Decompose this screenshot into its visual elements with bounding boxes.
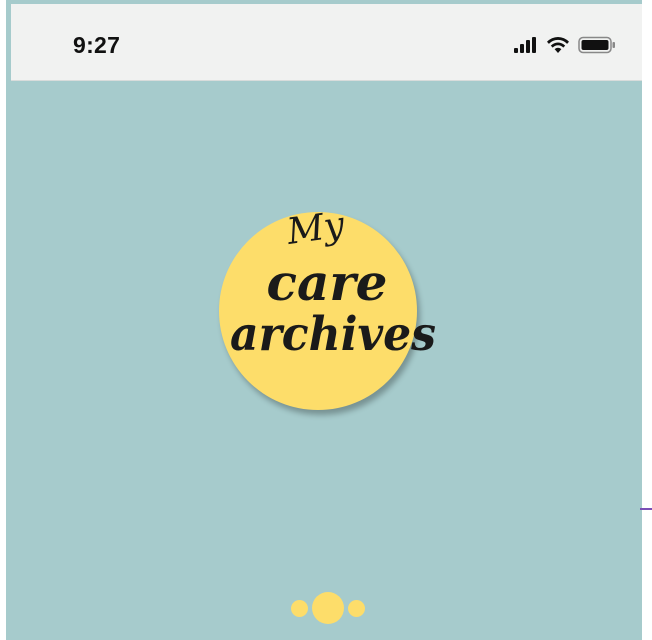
status-icons [514, 34, 616, 56]
logo-text-care: care [267, 253, 388, 312]
wifi-icon [547, 36, 569, 53]
cellular-signal-icon [514, 37, 536, 53]
page-dot-3[interactable] [348, 600, 365, 617]
app-logo: My care archives [219, 204, 436, 412]
page-indicator [291, 592, 365, 624]
page-dot-1[interactable] [291, 600, 308, 617]
logo-text-archives: archives [230, 307, 436, 362]
battery-icon [578, 36, 615, 54]
splash-screen: 9:27 My care archives [6, 0, 642, 640]
status-bar: 9:27 [11, 4, 642, 81]
status-time: 9:27 [73, 32, 121, 58]
logo-wordmark: My care archives [230, 204, 436, 362]
page-dot-2-active[interactable] [312, 592, 344, 624]
logo-text-my: My [284, 204, 348, 253]
edge-accent-line [640, 508, 652, 510]
